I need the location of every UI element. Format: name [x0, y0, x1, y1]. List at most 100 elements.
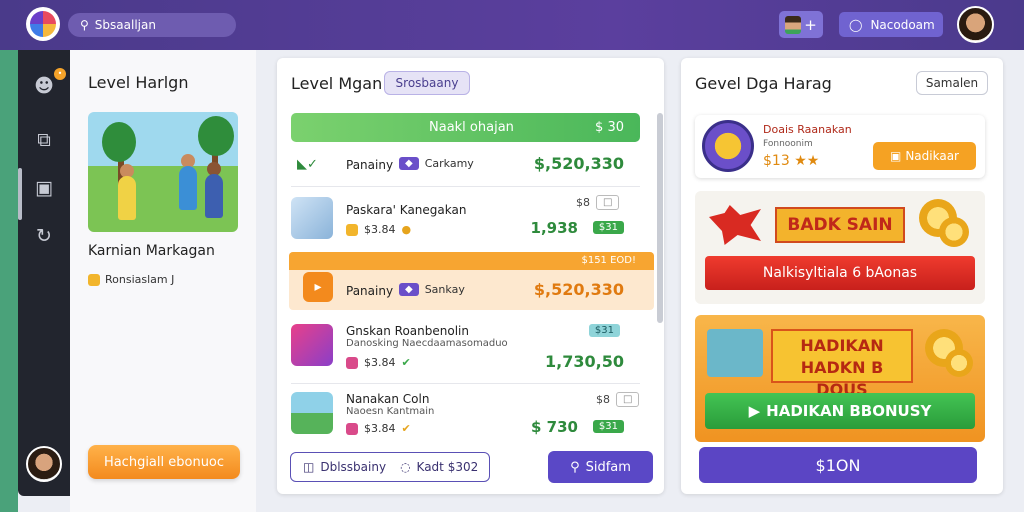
row-top-tag: □ — [616, 392, 640, 407]
row-name: Paskara' Kanegakan — [346, 203, 467, 217]
bonus-chip[interactable]: Samalen — [916, 71, 988, 95]
promo-claim-button[interactable]: ▣ Nadikaar — [873, 142, 976, 170]
row-top: $8 □ — [596, 392, 640, 407]
promo-sub: Fonnoonim — [763, 139, 813, 149]
app-logo[interactable] — [26, 7, 60, 41]
burst-icon — [709, 205, 761, 245]
chat-icon: ◌ — [400, 460, 411, 474]
coin-icon — [346, 422, 358, 435]
balance-sub: Kadt $302 — [416, 460, 479, 474]
promo-title: Doais Raanakan — [763, 123, 852, 136]
filter-chip[interactable]: Srosbaany — [384, 71, 470, 95]
row-top-tag: □ — [596, 195, 620, 210]
row-subname: Danosking Naecdaamasomaduo — [346, 338, 508, 349]
rail-avatar[interactable] — [26, 446, 62, 482]
submit-label: Sidfam — [585, 459, 631, 475]
users-icon[interactable]: ☻ — [32, 74, 56, 98]
promo-button-label: Nadikaar — [905, 149, 959, 163]
list-item[interactable]: Paskara' Kanegakan $3.84 ● $8 □ 1,938 $3… — [291, 195, 640, 245]
search-field[interactable]: ⚲ Sbsaalljan — [68, 13, 236, 37]
promo-card-timer[interactable]: Doais Raanakan Fonnoonim $13 ★★ ▣ Nadika… — [695, 115, 985, 178]
coins-icon — [945, 349, 973, 377]
promo-card-bonus[interactable]: HADIKAN HADKN B DOUS ▶ HADIKAN BBONUSY — [695, 315, 985, 442]
claim-bonus-button[interactable]: Hachgiall ebonuoc — [88, 445, 240, 479]
check-icon: ◣✓ — [297, 157, 318, 172]
coin-icon: ● — [401, 223, 412, 236]
row-price-text: $3.84 — [364, 356, 396, 369]
stars-icon: ★★ — [794, 153, 820, 169]
coin-icon — [346, 223, 358, 236]
row-value-tag: $31 — [592, 221, 624, 234]
plus-icon: + — [804, 15, 817, 34]
row-price-text: $3.84 — [364, 223, 396, 236]
banner-line-1: HADIKAN — [800, 336, 884, 355]
row-top: $8 □ — [576, 195, 620, 210]
logo-icon — [30, 11, 56, 37]
progress-banner: Naakl ohajan $ 30 — [291, 113, 640, 142]
wallet-icon: ◫ — [303, 460, 315, 474]
row-tag: ◆ Carkamy — [399, 157, 474, 170]
item-thumbnail — [291, 392, 333, 434]
row-value: 1,938 — [530, 219, 578, 237]
row-price: $3.84 ● — [346, 223, 411, 236]
list-item[interactable]: Gnskan Roanbenolin Danosking Naecdaamaso… — [291, 320, 640, 378]
search-icon: ⚲ — [80, 18, 89, 32]
row-name: Gnskan Roanbenolin — [346, 324, 469, 338]
row-price: $3.84 ✔ — [346, 356, 411, 369]
window-icon[interactable]: ▣ — [32, 176, 56, 200]
profile-illustration — [88, 112, 238, 232]
notification-label: Nacodoam — [870, 17, 935, 32]
row-name: Panainy — [346, 284, 394, 298]
user-thumbnail-icon — [785, 15, 802, 34]
clock-icon — [702, 120, 754, 172]
row-tag: ◆ Sankay — [399, 283, 465, 296]
puzzle-icon[interactable]: ⧉ — [32, 128, 56, 152]
highlight-header: $151 EOD! — [289, 252, 654, 270]
profile-panel: Level Harlgn Karnian Markagan Ronsiaslam… — [70, 50, 256, 512]
row-top-label: $8 — [576, 196, 590, 209]
row-name: Panainy — [346, 158, 394, 172]
sale-button[interactable]: Nalkisyltiala 6 bAonas — [705, 256, 975, 290]
row-value: $,520,330 — [533, 154, 624, 173]
coin-icon — [88, 273, 100, 286]
chat-icon: ◯ — [849, 17, 863, 32]
balance-field[interactable]: ◫ Dblssbainy ◌ Kadt $302 — [290, 452, 490, 482]
promo-price: $13 ★★ — [763, 153, 819, 169]
bonus-picture-icon — [707, 329, 763, 377]
promo-card-sale[interactable]: BADK SAIN Nalkisyltiala 6 bAonas — [695, 191, 985, 304]
promo-price-text: $13 — [763, 153, 790, 169]
item-thumbnail — [291, 197, 333, 239]
add-friend-button[interactable]: + — [779, 11, 823, 38]
panel-title: Level Harlgn — [88, 73, 189, 92]
buy-button[interactable]: $1ON — [699, 447, 977, 483]
row-price-text: $3.84 — [364, 422, 396, 435]
ticket-icon: ▣ — [889, 149, 902, 163]
check-icon: ✔ — [401, 356, 411, 369]
check-icon: ✔ — [401, 422, 411, 435]
list-item[interactable]: ◣✓ Panainy ◆ Carkamy $,520,330 — [291, 150, 640, 184]
list-item[interactable]: Nanakan Coln Naoesn Kantmain $3.84 ✔ $8 … — [291, 388, 640, 442]
divider — [291, 186, 640, 187]
profile-sub: Ronsiaslam J — [88, 273, 174, 286]
profile-sub-text: Ronsiaslam J — [105, 273, 175, 286]
row-value-tag: $31 — [592, 420, 624, 433]
row-value: $ 730 — [531, 418, 578, 436]
list-item[interactable]: ▸ Panainy ◆ Sankay $,520,330 — [291, 270, 640, 308]
bonus-banner: HADIKAN HADKN B DOUS — [771, 329, 913, 399]
row-tag-text: Sankay — [424, 283, 465, 296]
bonus-button[interactable]: ▶ HADIKAN BBONUSY — [705, 393, 975, 429]
divider — [291, 383, 640, 384]
notification-button[interactable]: ◯ Nacodoam — [839, 12, 943, 37]
search-submit-button[interactable]: ⚲ Sidfam — [548, 451, 653, 483]
balance-label: Dblssbainy — [320, 460, 387, 474]
search-icon: ⚲ — [570, 459, 580, 475]
profile-name: Karnian Markagan — [88, 243, 215, 259]
refresh-icon[interactable]: ↻ — [32, 224, 56, 248]
user-avatar[interactable] — [957, 6, 994, 43]
bonus-card: Gevel Dga Harag Samalen Doais Raanakan F… — [681, 58, 1003, 494]
sale-banner: BADK SAIN — [775, 207, 905, 243]
bonus-button-label: HADIKAN BBONUSY — [766, 402, 932, 420]
row-top-label: $8 — [596, 393, 610, 406]
search-input[interactable]: Sbsaalljan — [95, 18, 156, 32]
scrollbar[interactable] — [657, 113, 663, 323]
